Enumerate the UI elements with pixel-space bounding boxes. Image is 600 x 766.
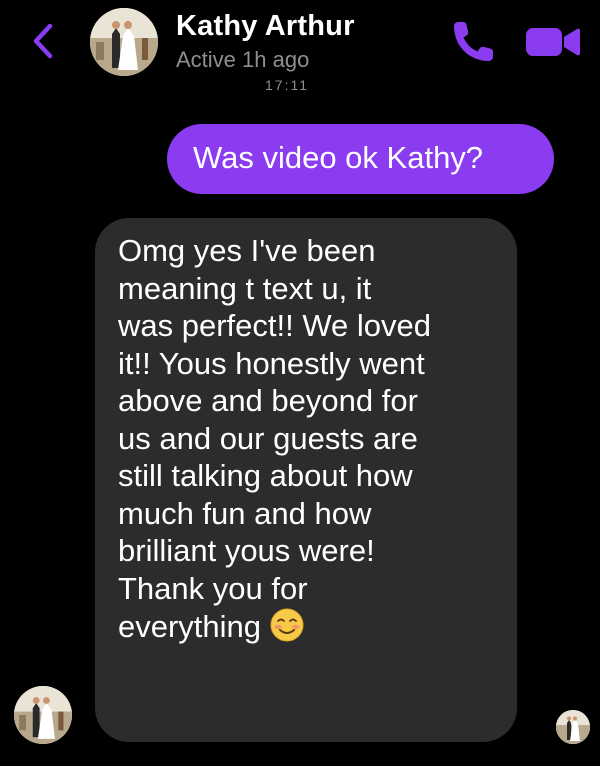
message-line: above and beyond for [118,383,418,418]
message-line: everything [118,609,262,644]
received-message-bubble[interactable]: Omg yes I've been meaning t text u, it w… [95,218,517,742]
sender-avatar[interactable] [14,686,72,744]
video-call-button[interactable] [522,22,582,62]
message-line: us and our guests are [118,420,418,456]
call-button[interactable] [446,18,496,64]
smiling-face-icon [270,608,304,642]
message-line-last: everything [118,607,503,646]
message-line: was perfect!! We loved [118,308,432,343]
timestamp: 17:11 [265,80,309,90]
message-line: it!! Yous honestly went [118,345,425,381]
message-line: much fun and how [118,495,372,531]
back-button[interactable] [28,20,58,62]
contact-name[interactable]: Kathy Arthur [176,10,355,43]
contact-avatar[interactable] [90,8,158,76]
conversation-header: Kathy Arthur Active 1h ago 17:11 [0,0,600,90]
read-receipt-avatar [556,710,590,744]
message-line: still talking about how [118,458,413,493]
message-line: meaning t text u, it [118,270,372,306]
message-text: Was video ok Kathy? [193,140,484,175]
phone-icon [454,22,493,61]
active-status: Active 1h ago [176,47,310,72]
sent-message-bubble[interactable]: Was video ok Kathy? [167,124,554,194]
message-line: Omg yes I've been [118,233,376,268]
message-line: brilliant yous were! [118,533,375,568]
chevron-left-icon [33,23,53,59]
video-camera-icon [526,28,580,56]
message-line: Thank you for [118,570,308,606]
